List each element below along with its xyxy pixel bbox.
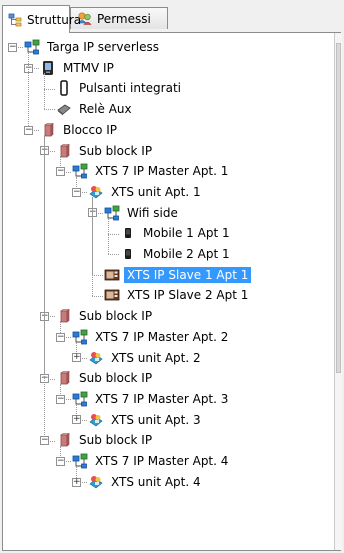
tree-item-label: Blocco IP xyxy=(63,122,118,137)
tree-connector-line xyxy=(44,73,45,109)
expand-icon[interactable]: + xyxy=(72,353,81,362)
tree-connector-line xyxy=(92,296,103,297)
tree-item-label: Sub block IP xyxy=(79,371,153,386)
tree-connector-line xyxy=(44,135,45,441)
expand-icon[interactable]: + xyxy=(72,478,81,487)
tree-item-label: XTS unit Apt. 4 xyxy=(111,474,201,489)
tree-item[interactable]: Blocco IP xyxy=(40,120,120,140)
tree-view: Targa IP serverless − MTMV IP − Pulsanti int… xyxy=(7,37,333,545)
collapse-icon[interactable]: − xyxy=(56,167,65,176)
network-icon xyxy=(72,329,88,345)
slave-device-icon xyxy=(104,287,120,303)
tree-item-label: XTS IP Slave 2 Apt 1 xyxy=(127,288,249,303)
vertical-scrollbar[interactable] xyxy=(334,33,342,550)
tree-item[interactable]: Targa IP serverless xyxy=(24,37,162,57)
monitor-icon xyxy=(40,60,56,76)
relay-icon xyxy=(56,101,72,117)
collapse-icon[interactable]: − xyxy=(40,436,49,445)
tree-item-label: MTMV IP xyxy=(63,60,114,75)
tree-item[interactable]: Wifi side xyxy=(104,203,181,223)
tree-item[interactable]: Mobile 2 Apt 1 xyxy=(120,244,233,264)
scrollbar-thumb[interactable] xyxy=(336,43,341,373)
collapse-icon[interactable]: − xyxy=(56,395,65,404)
collapse-icon[interactable]: − xyxy=(24,126,33,135)
tab-struttura-label: Struttura xyxy=(27,12,82,27)
tree-item-label: Mobile 1 Apt 1 xyxy=(143,226,230,241)
tree-item-label: XTS unit Apt. 3 xyxy=(111,412,201,427)
tree-item-label: XTS IP Slave 1 Apt 1 xyxy=(124,266,252,283)
unit-icon xyxy=(88,350,104,366)
network-icon xyxy=(24,39,40,55)
tree-item-label: Targa IP serverless xyxy=(47,40,160,54)
mobile-icon xyxy=(120,246,136,262)
tree-connector-line xyxy=(92,197,93,296)
tree-item-label: XTS 7 IP Master Apt. 2 xyxy=(95,329,229,344)
tab-struttura[interactable]: Struttura xyxy=(2,5,81,33)
tree-connector-line xyxy=(28,52,29,130)
collapse-icon[interactable]: − xyxy=(56,457,65,466)
tree-item-label: Wifi side xyxy=(127,205,178,220)
mobile-icon xyxy=(120,225,136,241)
unit-icon xyxy=(88,474,104,490)
tab-permessi[interactable]: Permessi xyxy=(70,7,168,29)
tree-item[interactable]: XTS 7 IP Master Apt. 2 xyxy=(72,327,231,347)
tree-item[interactable]: XTS IP Slave 2 Apt 1 xyxy=(104,285,251,305)
collapse-icon[interactable]: − xyxy=(72,188,81,197)
pushbutton-icon xyxy=(56,80,72,97)
tree-item[interactable]: Mobile 1 Apt 1 xyxy=(120,223,233,243)
tree-item[interactable]: MTMV IP xyxy=(40,58,117,78)
network-icon xyxy=(72,453,88,469)
unit-icon xyxy=(88,184,104,200)
network-icon xyxy=(104,205,120,221)
collapse-icon[interactable]: − xyxy=(56,333,65,342)
tree-item-label: XTS 7 IP Master Apt. 3 xyxy=(95,391,229,406)
tree-item-label: XTS unit Apt. 2 xyxy=(111,350,201,365)
tree-item-label: XTS 7 IP Master Apt. 4 xyxy=(95,454,229,468)
tree-item-label: XTS unit Apt. 1 xyxy=(111,184,201,199)
tree-item[interactable]: Relè Aux xyxy=(56,99,135,119)
tree-connector-line xyxy=(44,89,55,90)
tree-item-label: Relè Aux xyxy=(79,102,132,117)
tree-item[interactable]: XTS unit Apt. 4 xyxy=(88,472,204,492)
tree-item-label: Mobile 2 Apt 1 xyxy=(143,247,230,261)
tree-item[interactable]: Sub block IP xyxy=(56,306,155,326)
tree-item[interactable]: XTS unit Apt. 2 xyxy=(88,348,204,368)
block-icon xyxy=(56,370,72,386)
tree-item[interactable]: XTS 7 IP Master Apt. 3 xyxy=(72,389,231,409)
slave-device-icon xyxy=(104,267,120,283)
block-icon xyxy=(40,122,56,138)
collapse-icon[interactable]: − xyxy=(8,43,17,52)
tree-item[interactable]: Sub block IP xyxy=(56,430,155,450)
tree-item[interactable]: Pulsanti integrati xyxy=(56,78,184,98)
tree-item[interactable]: XTS 7 IP Master Apt. 1 xyxy=(72,161,231,181)
tree-item-label: Sub block IP xyxy=(79,309,153,324)
tree-item[interactable]: XTS unit Apt. 3 xyxy=(88,410,204,430)
tab-permessi-label: Permessi xyxy=(97,11,151,26)
tree-connector-line xyxy=(92,275,103,276)
tab-strip: Struttura Permessi xyxy=(0,0,344,33)
network-icon xyxy=(72,163,88,179)
block-icon xyxy=(56,308,72,324)
unit-icon xyxy=(88,412,104,428)
tree-item[interactable]: XTS 7 IP Master Apt. 4 xyxy=(72,451,231,471)
tree-connector-line xyxy=(108,234,119,235)
tree-item[interactable]: XTS IP Slave 1 Apt 1 xyxy=(104,265,252,285)
tree-item[interactable]: Sub block IP xyxy=(56,141,155,161)
tree-item-label: Pulsanti integrati xyxy=(79,81,181,96)
tree-item[interactable]: XTS unit Apt. 1 xyxy=(88,182,204,202)
expand-icon[interactable]: + xyxy=(72,415,81,424)
tree-connector-line xyxy=(108,218,109,254)
block-icon xyxy=(56,432,72,448)
tree-item-label: Sub block IP xyxy=(79,143,153,158)
tree-structure-icon xyxy=(8,12,22,28)
network-icon xyxy=(72,391,88,407)
tree-panel: Targa IP serverless − MTMV IP − Pulsanti int… xyxy=(2,32,342,551)
tree-item[interactable]: Sub block IP xyxy=(56,368,155,388)
tree-connector-line xyxy=(44,109,55,110)
block-icon xyxy=(56,143,72,159)
tree-connector-line xyxy=(108,254,119,255)
tree-item-label: XTS 7 IP Master Apt. 1 xyxy=(95,164,229,179)
tree-item-label: Sub block IP xyxy=(79,433,153,448)
